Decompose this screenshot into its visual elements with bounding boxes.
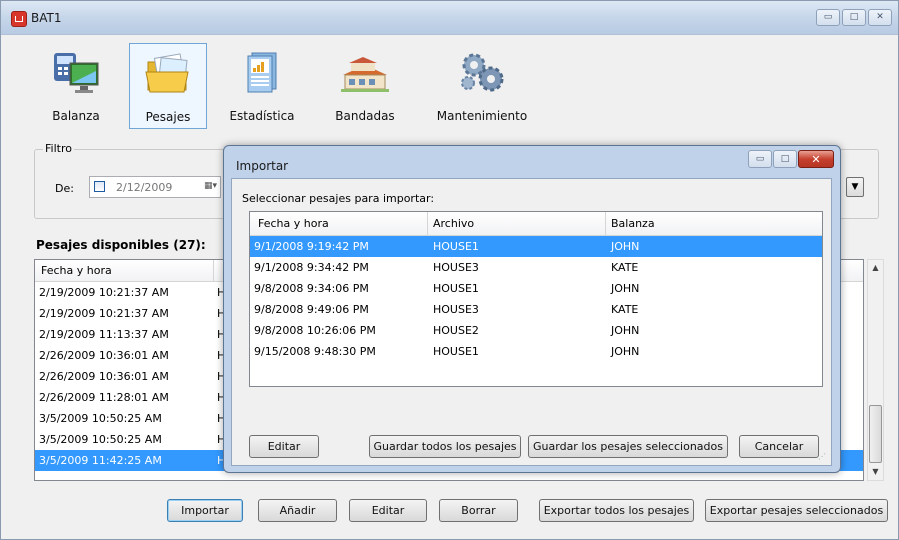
vertical-scrollbar[interactable]: ▲ ▼ <box>867 259 884 481</box>
calendar-dropdown-icon[interactable]: ▦▾ <box>204 181 217 191</box>
tool-mantenimiento-label: Mantenimiento <box>436 109 528 123</box>
cell-scale: JOHN <box>611 282 640 295</box>
export-selected-button[interactable]: Exportar pesajes seleccionados <box>705 499 888 522</box>
dialog-title: Importar <box>236 159 289 173</box>
column-separator[interactable] <box>427 212 428 235</box>
dialog-body: Seleccionar pesajes para importar: Fecha… <box>231 178 832 466</box>
window-controls: ▭ □ ✕ <box>816 9 892 26</box>
scroll-thumb[interactable] <box>869 405 882 463</box>
tool-estadistica[interactable]: Estadística <box>223 43 301 129</box>
cell-datetime: 2/19/2009 10:21:37 AM <box>39 286 169 299</box>
cell-scale: JOHN <box>611 345 640 358</box>
from-date-checkbox[interactable] <box>94 181 105 192</box>
dialog-minimize-button[interactable]: ▭ <box>748 150 772 168</box>
column-separator[interactable] <box>605 212 606 235</box>
window-title: BAT1 <box>31 11 62 25</box>
cell-datetime: 2/19/2009 10:21:37 AM <box>39 307 169 320</box>
tool-balanza-label: Balanza <box>52 109 100 123</box>
column-separator[interactable] <box>213 260 214 281</box>
column-header-file[interactable]: Archivo <box>433 217 474 230</box>
main-window: BAT1 ▭ □ ✕ Balanza Pesajes Estadística B… <box>0 0 899 540</box>
cell-scale: JOHN <box>611 324 640 337</box>
filter-combo-dropdown[interactable]: ▼ <box>846 177 864 197</box>
column-header-datetime[interactable]: Fecha y hora <box>41 264 112 277</box>
dialog-list-header: Fecha y hora Archivo Balanza <box>250 212 822 236</box>
import-dialog: Importar ▭ □ ✕ Seleccionar pesajes para … <box>223 145 841 473</box>
table-row[interactable]: 9/1/2008 9:34:42 PM HOUSE3 KATE <box>250 257 822 278</box>
tool-bandadas-label: Bandadas <box>335 109 395 123</box>
farm-building-icon <box>341 57 389 92</box>
cell-file: HOUSE1 <box>433 282 479 295</box>
cell-file: HOUSE1 <box>433 345 479 358</box>
save-selected-button[interactable]: Guardar los pesajes seleccionados <box>528 435 728 458</box>
cell-datetime: 9/8/2008 9:49:06 PM <box>254 303 369 316</box>
cell-file: HOUSE1 <box>433 240 479 253</box>
cell-datetime: 2/26/2009 10:36:01 AM <box>39 349 169 362</box>
cell-datetime: 3/5/2009 11:42:25 AM <box>39 454 162 467</box>
delete-button[interactable]: Borrar <box>439 499 518 522</box>
cell-datetime: 9/1/2008 9:19:42 PM <box>254 240 369 253</box>
minimize-button[interactable]: ▭ <box>816 9 840 26</box>
table-row[interactable]: 9/8/2008 9:49:06 PM HOUSE3 KATE <box>250 299 822 320</box>
dialog-window-controls: ▭ □ ✕ <box>748 150 834 168</box>
close-button[interactable]: ✕ <box>868 9 892 26</box>
tool-pesajes-label: Pesajes <box>145 110 191 124</box>
from-label: De: <box>55 182 74 195</box>
dialog-edit-button[interactable]: Editar <box>249 435 319 458</box>
export-all-button[interactable]: Exportar todos los pesajes <box>539 499 694 522</box>
tool-pesajes[interactable]: Pesajes <box>129 43 207 129</box>
tool-mantenimiento[interactable]: Mantenimiento <box>431 43 533 129</box>
add-button[interactable]: Añadir <box>258 499 337 522</box>
cell-datetime: 2/19/2009 11:13:37 AM <box>39 328 169 341</box>
scale-monitor-icon <box>54 53 99 93</box>
resize-grip-icon[interactable]: ⋰ <box>818 452 828 462</box>
from-date-picker[interactable]: 2/12/2009 ▦▾ <box>89 176 221 198</box>
cell-datetime: 9/1/2008 9:34:42 PM <box>254 261 369 274</box>
import-button[interactable]: Importar <box>167 499 243 522</box>
cell-datetime: 9/8/2008 9:34:06 PM <box>254 282 369 295</box>
folder-icon <box>145 53 189 93</box>
maximize-button[interactable]: □ <box>842 9 866 26</box>
cell-datetime: 3/5/2009 10:50:25 AM <box>39 433 162 446</box>
dialog-maximize-button[interactable]: □ <box>773 150 797 168</box>
cell-scale: KATE <box>611 303 639 316</box>
save-all-button[interactable]: Guardar todos los pesajes <box>369 435 521 458</box>
scroll-down-icon[interactable]: ▼ <box>868 464 883 480</box>
cell-file: HOUSE2 <box>433 324 479 337</box>
main-toolbar: Balanza Pesajes Estadística Bandadas Man… <box>1 35 898 135</box>
filter-legend: Filtro <box>43 142 74 155</box>
cell-scale: JOHN <box>611 240 640 253</box>
dialog-instruction: Seleccionar pesajes para importar: <box>242 192 435 205</box>
column-header-datetime[interactable]: Fecha y hora <box>258 217 329 230</box>
tool-bandadas[interactable]: Bandadas <box>327 43 403 129</box>
cell-datetime: 3/5/2009 10:50:25 AM <box>39 412 162 425</box>
available-weighings-title: Pesajes disponibles (27): <box>36 238 206 252</box>
import-weighings-list[interactable]: Fecha y hora Archivo Balanza 9/1/2008 9:… <box>249 211 823 387</box>
gears-icon <box>461 53 504 92</box>
statistics-icon <box>247 52 277 93</box>
column-header-scale[interactable]: Balanza <box>611 217 655 230</box>
cell-file: HOUSE3 <box>433 261 479 274</box>
edit-button[interactable]: Editar <box>349 499 427 522</box>
cell-datetime: 2/26/2009 10:36:01 AM <box>39 370 169 383</box>
tool-estadistica-label: Estadística <box>229 109 295 123</box>
table-row[interactable]: 9/8/2008 10:26:06 PM HOUSE2 JOHN <box>250 320 822 341</box>
tool-balanza[interactable]: Balanza <box>37 43 115 129</box>
table-row[interactable]: 9/15/2008 9:48:30 PM HOUSE1 JOHN <box>250 341 822 362</box>
from-date-value: 2/12/2009 <box>116 181 173 194</box>
cell-datetime: 9/8/2008 10:26:06 PM <box>254 324 376 337</box>
table-row[interactable]: 9/1/2008 9:19:42 PM HOUSE1 JOHN <box>250 236 822 257</box>
cell-file: HOUSE3 <box>433 303 479 316</box>
app-icon <box>11 11 27 27</box>
cell-datetime: 9/15/2008 9:48:30 PM <box>254 345 376 358</box>
dialog-close-button[interactable]: ✕ <box>798 150 834 168</box>
cell-datetime: 2/26/2009 11:28:01 AM <box>39 391 169 404</box>
title-bar: BAT1 ▭ □ ✕ <box>1 1 898 35</box>
table-row[interactable]: 9/8/2008 9:34:06 PM HOUSE1 JOHN <box>250 278 822 299</box>
scroll-up-icon[interactable]: ▲ <box>868 260 883 276</box>
cancel-button[interactable]: Cancelar <box>739 435 819 458</box>
cell-scale: KATE <box>611 261 639 274</box>
